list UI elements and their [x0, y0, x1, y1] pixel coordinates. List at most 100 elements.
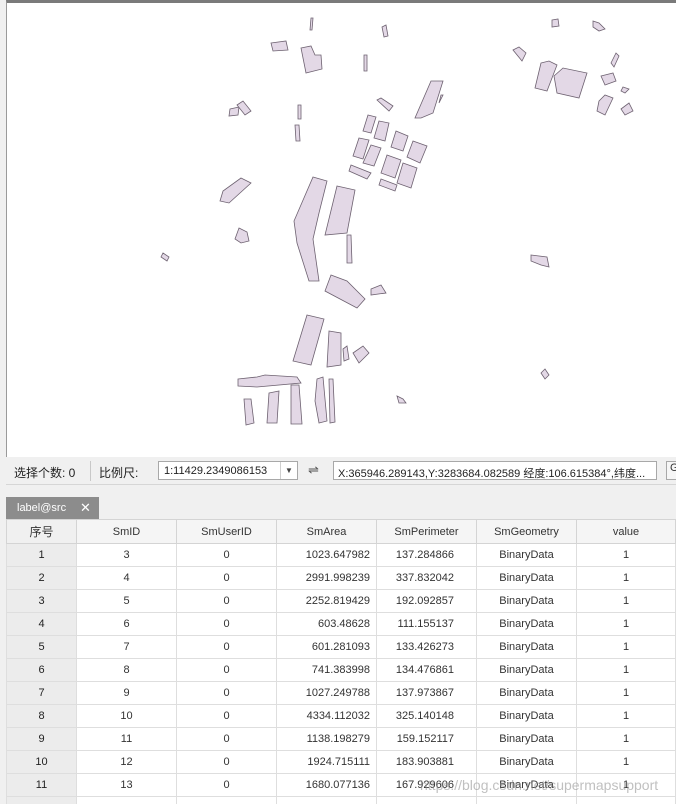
table-cell[interactable]: BinaryData — [476, 543, 577, 567]
table-cell[interactable]: 7 — [76, 635, 177, 659]
table-cell[interactable]: 601.281093 — [276, 635, 377, 659]
table-cell[interactable]: BinaryData — [476, 566, 577, 590]
table-cell[interactable]: 0 — [176, 773, 277, 797]
table-row[interactable]: 8 10 0 4334.112032 325.140148 BinaryData 1 — [6, 704, 676, 728]
table-cell[interactable]: 1 — [576, 589, 676, 613]
chevron-down-icon[interactable]: ▼ — [280, 462, 297, 479]
table-cell[interactable]: 1 — [576, 612, 676, 636]
row-index-cell[interactable]: 3 — [6, 589, 77, 613]
table-cell[interactable]: 1 — [576, 635, 676, 659]
table-cell[interactable]: 0 — [176, 658, 277, 682]
table-row[interactable]: 10 12 0 1924.715111 183.903881 BinaryData 1 — [6, 750, 676, 774]
column-header-smgeometry[interactable]: SmGeometry — [476, 519, 577, 544]
table-cell[interactable]: 167.929606 — [376, 773, 477, 797]
map-canvas[interactable] — [7, 3, 676, 457]
table-cell[interactable] — [476, 796, 577, 804]
table-cell[interactable]: BinaryData — [476, 635, 577, 659]
table-cell[interactable]: 1 — [576, 543, 676, 567]
table-cell[interactable]: 0 — [176, 750, 277, 774]
table-row[interactable]: 2 4 0 2991.998239 337.832042 BinaryData 1 — [6, 566, 676, 590]
table-cell[interactable]: 159.152117 — [376, 727, 477, 751]
row-index-cell[interactable]: 4 — [6, 612, 77, 636]
table-cell[interactable]: 1 — [576, 658, 676, 682]
table-cell[interactable]: 3 — [76, 543, 177, 567]
table-cell[interactable]: 8 — [76, 658, 177, 682]
attribute-grid[interactable]: 序号 SmID SmUserID SmArea SmPerimeter SmGe… — [6, 519, 676, 804]
table-cell[interactable]: 192.092857 — [376, 589, 477, 613]
table-cell[interactable]: 0 — [176, 704, 277, 728]
table-cell[interactable]: 741.383998 — [276, 658, 377, 682]
table-cell[interactable]: 1 — [576, 704, 676, 728]
column-header-smperimeter[interactable]: SmPerimeter — [376, 519, 477, 544]
column-header-index[interactable]: 序号 — [6, 519, 77, 544]
table-cell[interactable]: BinaryData — [476, 704, 577, 728]
table-cell[interactable]: 1027.249788 — [276, 681, 377, 705]
table-cell[interactable]: BinaryData — [476, 727, 577, 751]
table-cell[interactable]: BinaryData — [476, 681, 577, 705]
table-cell[interactable] — [576, 796, 676, 804]
table-cell[interactable]: 0 — [176, 543, 277, 567]
table-cell[interactable]: 137.973867 — [376, 681, 477, 705]
table-cell[interactable]: 1138.198279 — [276, 727, 377, 751]
table-cell[interactable]: 11 — [76, 727, 177, 751]
column-header-value[interactable]: value — [576, 519, 676, 544]
table-cell[interactable]: 12 — [76, 750, 177, 774]
row-index-cell[interactable]: 1 — [6, 543, 77, 567]
attribute-table[interactable]: 序号 SmID SmUserID SmArea SmPerimeter SmGe… — [6, 519, 676, 804]
scale-combobox[interactable]: 1:11429.2349086153 ▼ — [158, 461, 298, 480]
table-cell[interactable]: 134.476861 — [376, 658, 477, 682]
table-cell[interactable]: 1 — [576, 750, 676, 774]
map-view[interactable] — [6, 0, 676, 457]
table-cell[interactable]: 325.140148 — [376, 704, 477, 728]
table-cell[interactable]: 1 — [576, 773, 676, 797]
row-index-cell[interactable]: 11 — [6, 773, 77, 797]
table-row[interactable]: 1 3 0 1023.647982 137.284866 BinaryData 1 — [6, 543, 676, 567]
table-cell[interactable]: 111.155137 — [376, 612, 477, 636]
table-cell[interactable]: 10 — [76, 704, 177, 728]
table-cell[interactable]: BinaryData — [476, 658, 577, 682]
table-cell[interactable]: 6 — [76, 612, 177, 636]
status-edge-button[interactable]: G — [666, 461, 676, 480]
table-cell[interactable]: 0 — [176, 727, 277, 751]
table-cell[interactable]: BinaryData — [476, 589, 577, 613]
table-cell[interactable]: 1 — [576, 681, 676, 705]
table-cell[interactable]: 603.48628 — [276, 612, 377, 636]
table-cell[interactable]: 1023.647982 — [276, 543, 377, 567]
table-cell[interactable]: 2991.998239 — [276, 566, 377, 590]
table-cell[interactable]: 1680.077136 — [276, 773, 377, 797]
table-cell[interactable]: 5 — [76, 589, 177, 613]
table-row[interactable]: 6 8 0 741.383998 134.476861 BinaryData 1 — [6, 658, 676, 682]
table-cell[interactable]: 13 — [76, 773, 177, 797]
table-row[interactable]: 7 9 0 1027.249788 137.973867 BinaryData 1 — [6, 681, 676, 705]
table-cell[interactable]: BinaryData — [476, 612, 577, 636]
table-row[interactable]: 4 6 0 603.48628 111.155137 BinaryData 1 — [6, 612, 676, 636]
table-cell[interactable]: 1 — [576, 727, 676, 751]
table-cell[interactable] — [76, 796, 177, 804]
column-header-smid[interactable]: SmID — [76, 519, 177, 544]
table-cell[interactable]: 0 — [176, 635, 277, 659]
table-row[interactable]: 9 11 0 1138.198279 159.152117 BinaryData 1 — [6, 727, 676, 751]
table-cell[interactable]: 1924.715111 — [276, 750, 377, 774]
table-row[interactable] — [6, 796, 676, 804]
swap-arrows-icon[interactable]: ⇌ — [308, 462, 319, 478]
table-row[interactable]: 3 5 0 2252.819429 192.092857 BinaryData 1 — [6, 589, 676, 613]
table-cell[interactable]: 4334.112032 — [276, 704, 377, 728]
row-index-cell[interactable]: 9 — [6, 727, 77, 751]
table-cell[interactable]: 0 — [176, 681, 277, 705]
row-index-cell[interactable]: 2 — [6, 566, 77, 590]
table-cell[interactable]: 2252.819429 — [276, 589, 377, 613]
row-index-cell[interactable]: 7 — [6, 681, 77, 705]
scale-value[interactable]: 1:11429.2349086153 — [164, 465, 267, 477]
table-cell[interactable]: 0 — [176, 566, 277, 590]
table-cell[interactable] — [176, 796, 277, 804]
row-index-cell[interactable] — [6, 796, 77, 804]
row-index-cell[interactable]: 6 — [6, 658, 77, 682]
table-cell[interactable]: 137.284866 — [376, 543, 477, 567]
close-icon[interactable]: ✕ — [80, 500, 91, 516]
table-cell[interactable] — [276, 796, 377, 804]
table-cell[interactable]: 1 — [576, 566, 676, 590]
tab-label-src[interactable]: label@src ✕ — [6, 497, 99, 519]
column-header-smuserid[interactable]: SmUserID — [176, 519, 277, 544]
table-cell[interactable] — [376, 796, 477, 804]
tab-label[interactable]: label@src — [17, 502, 66, 514]
